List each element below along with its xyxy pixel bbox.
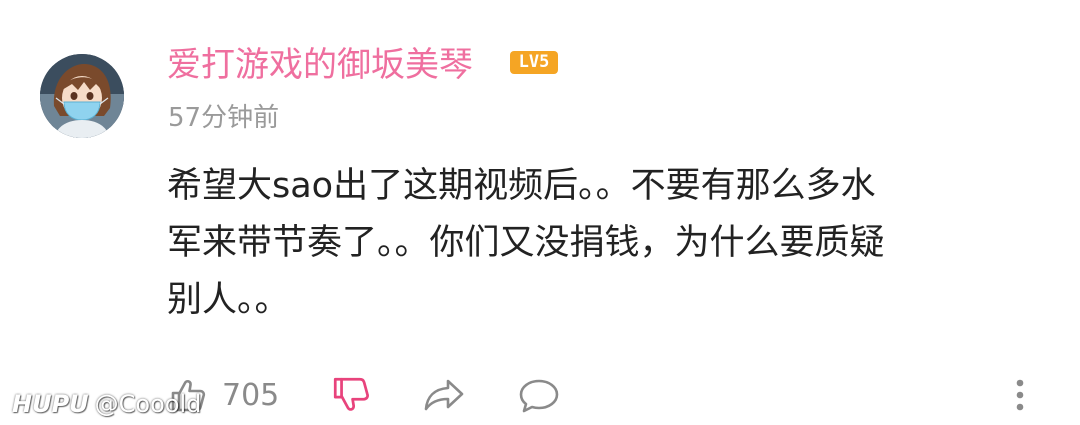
comment-text: 希望大sao出了这期视频后。。不要有那么多水 军来带节奏了。。你们又没捐钱，为什… [167,158,1047,329]
avatar[interactable] [40,54,124,138]
timestamp: 57分钟前 [168,103,280,133]
dislike-button[interactable] [330,365,372,425]
level-badge: LV5 [510,51,558,74]
reply-icon [519,379,559,413]
watermark: HUPU @Cooold [12,387,201,421]
more-vertical-icon [1016,379,1024,411]
share-button[interactable] [422,365,466,425]
comment-line: 希望大sao出了这期视频后。。不要有那么多水 [167,166,876,206]
more-options-button[interactable] [1005,365,1035,425]
watermark-handle: @Cooold [94,390,202,418]
like-count: 705 [222,377,280,413]
comment-line: 军来带节奏了。。你们又没捐钱，为什么要质疑 [167,223,885,263]
share-icon [424,379,464,411]
avatar-image [40,54,124,138]
thumbs-down-icon [333,377,369,411]
watermark-brand: HUPU [12,390,89,418]
comment-line: 别人。。 [167,280,290,320]
reply-button[interactable] [517,365,561,425]
username[interactable]: 爱打游戏的御坂美琴 [167,40,473,90]
